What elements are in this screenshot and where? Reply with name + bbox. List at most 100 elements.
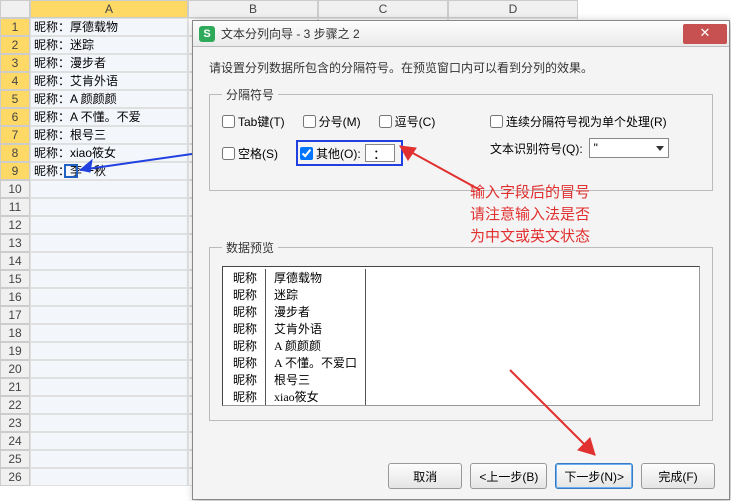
preview-legend: 数据预览 xyxy=(222,239,278,256)
close-button[interactable]: ✕ xyxy=(683,24,727,44)
cell[interactable] xyxy=(30,198,188,216)
row-header[interactable]: 23 xyxy=(0,414,30,432)
cell[interactable] xyxy=(30,324,188,342)
delimiter-legend: 分隔符号 xyxy=(222,86,278,103)
preview-cell: A 不懂。不爱口 xyxy=(266,354,366,371)
cell[interactable] xyxy=(30,378,188,396)
cell[interactable]: 昵称：xiao筱女 xyxy=(30,144,188,162)
preview-fieldset: 数据预览 昵称厚德载物昵称迷踪昵称漫步者昵称艾肯外语昵称A 颜颜颜昵称A 不懂。… xyxy=(209,239,713,421)
row-header[interactable]: 7 xyxy=(0,126,30,144)
cell[interactable] xyxy=(30,252,188,270)
col-header-B[interactable]: B xyxy=(188,0,318,18)
cell[interactable] xyxy=(30,396,188,414)
row-header[interactable]: 15 xyxy=(0,270,30,288)
row-header[interactable]: 24 xyxy=(0,432,30,450)
preview-cell: xiao筱女 xyxy=(266,388,366,405)
instruction-text: 请设置分列数据所包含的分隔符号。在预览窗口内可以看到分列的效果。 xyxy=(209,59,713,76)
preview-box[interactable]: 昵称厚德载物昵称迷踪昵称漫步者昵称艾肯外语昵称A 颜颜颜昵称A 不懂。不爱口昵称… xyxy=(222,266,700,406)
row-header[interactable]: 9 xyxy=(0,162,30,180)
row-header[interactable]: 25 xyxy=(0,450,30,468)
semicolon-checkbox[interactable]: 分号(M) xyxy=(303,113,361,130)
cell[interactable] xyxy=(30,432,188,450)
next-button[interactable]: 下一步(N)> xyxy=(555,463,633,489)
chevron-down-icon xyxy=(656,146,664,151)
row-header[interactable]: 8 xyxy=(0,144,30,162)
comma-checkbox[interactable]: 逗号(C) xyxy=(379,113,436,130)
preview-cell: 昵称 xyxy=(225,405,266,406)
preview-cell: 昵称 xyxy=(225,320,266,337)
row-header[interactable]: 10 xyxy=(0,180,30,198)
preview-cell: 昵称 xyxy=(225,286,266,303)
col-header-D[interactable]: D xyxy=(448,0,578,18)
other-delimiter-input[interactable] xyxy=(365,144,395,162)
preview-cell: A 颜颜颜 xyxy=(266,337,366,354)
cell[interactable]: 昵称：厚德载物 xyxy=(30,18,188,36)
preview-cell: 昵称 xyxy=(225,337,266,354)
preview-cell: 根号三 xyxy=(266,371,366,388)
preview-cell: 迷踪 xyxy=(266,286,366,303)
cell[interactable]: 昵称：根号三 xyxy=(30,126,188,144)
preview-cell: 昵称 xyxy=(225,388,266,405)
row-header[interactable]: 3 xyxy=(0,54,30,72)
back-button[interactable]: <上一步(B) xyxy=(470,463,547,489)
cell[interactable] xyxy=(30,234,188,252)
preview-cell: 漫步者 xyxy=(266,303,366,320)
tab-checkbox[interactable]: Tab键(T) xyxy=(222,113,285,130)
row-header[interactable]: 17 xyxy=(0,306,30,324)
cell[interactable] xyxy=(30,216,188,234)
titlebar: S 文本分列向导 - 3 步骤之 2 ✕ xyxy=(193,21,729,47)
preview-cell: 昵称 xyxy=(225,371,266,388)
row-header[interactable]: 2 xyxy=(0,36,30,54)
row-header[interactable]: 18 xyxy=(0,324,30,342)
col-header-C[interactable]: C xyxy=(318,0,448,18)
cell[interactable] xyxy=(30,270,188,288)
cell[interactable]: 昵称：漫步者 xyxy=(30,54,188,72)
row-header[interactable]: 14 xyxy=(0,252,30,270)
cell[interactable] xyxy=(30,360,188,378)
cell[interactable]: 昵称：李一秋 xyxy=(30,162,188,180)
qualifier-label: 文本识别符号(Q): xyxy=(490,140,583,157)
preview-table: 昵称厚德载物昵称迷踪昵称漫步者昵称艾肯外语昵称A 颜颜颜昵称A 不懂。不爱口昵称… xyxy=(225,269,366,406)
row-header[interactable]: 16 xyxy=(0,288,30,306)
row-header[interactable]: 12 xyxy=(0,216,30,234)
cell[interactable]: 昵称：A 颜颜颜 xyxy=(30,90,188,108)
preview-cell: 艾肯外语 xyxy=(266,320,366,337)
cell[interactable]: 昵称：艾肯外语 xyxy=(30,72,188,90)
row-header[interactable]: 5 xyxy=(0,90,30,108)
cell[interactable]: 昵称：A 不懂。不爱 xyxy=(30,108,188,126)
space-checkbox[interactable]: 空格(S) xyxy=(222,145,278,162)
other-highlight: 其他(O): xyxy=(296,140,403,166)
row-header[interactable]: 11 xyxy=(0,198,30,216)
select-all-corner[interactable] xyxy=(0,0,30,18)
other-checkbox[interactable]: 其他(O): xyxy=(300,145,361,162)
preview-cell: 厚德载物 xyxy=(266,269,366,286)
row-header[interactable]: 4 xyxy=(0,72,30,90)
cell[interactable] xyxy=(30,306,188,324)
cell[interactable]: 昵称：迷踪 xyxy=(30,36,188,54)
row-header[interactable]: 20 xyxy=(0,360,30,378)
preview-cell: 昵称 xyxy=(225,354,266,371)
dialog-title: 文本分列向导 - 3 步骤之 2 xyxy=(221,25,683,42)
annotation-text: 输入字段后的冒号 请注意输入法是否 为中文或英文状态 xyxy=(470,182,590,248)
consecutive-checkbox[interactable]: 连续分隔符号视为单个处理(R) xyxy=(490,113,700,130)
row-header[interactable]: 26 xyxy=(0,468,30,486)
row-header[interactable]: 21 xyxy=(0,378,30,396)
row-header[interactable]: 22 xyxy=(0,396,30,414)
app-icon: S xyxy=(199,26,215,42)
cell[interactable] xyxy=(30,450,188,468)
col-header-A[interactable]: A xyxy=(30,0,188,18)
row-header[interactable]: 6 xyxy=(0,108,30,126)
row-header[interactable]: 13 xyxy=(0,234,30,252)
text-to-columns-dialog: S 文本分列向导 - 3 步骤之 2 ✕ 请设置分列数据所包含的分隔符号。在预览… xyxy=(192,20,730,500)
cell[interactable] xyxy=(30,468,188,486)
cell[interactable] xyxy=(30,288,188,306)
cell[interactable] xyxy=(30,180,188,198)
cell[interactable] xyxy=(30,342,188,360)
cell[interactable] xyxy=(30,414,188,432)
delimiter-fieldset: 分隔符号 Tab键(T) 分号(M) 逗号(C) 空格(S) 其他(O): xyxy=(209,86,713,191)
cancel-button[interactable]: 取消 xyxy=(388,463,462,489)
finish-button[interactable]: 完成(F) xyxy=(641,463,715,489)
qualifier-select[interactable]: " xyxy=(589,138,669,158)
row-header[interactable]: 1 xyxy=(0,18,30,36)
row-header[interactable]: 19 xyxy=(0,342,30,360)
